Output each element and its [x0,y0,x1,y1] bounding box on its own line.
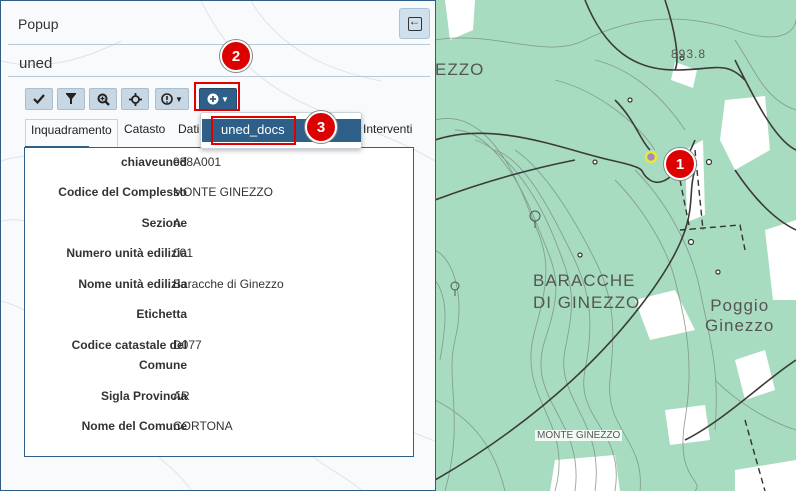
info-dropdown-button[interactable]: ▼ [155,88,189,110]
pan-to-button[interactable] [121,88,149,110]
attribute-value: CORTONA [173,419,233,433]
map-view[interactable]: EZZO 893.8 BARACCHE DI GINEZZO Poggio Gi… [435,0,796,491]
layer-name: uned [19,55,53,72]
divider [8,76,430,77]
check-button[interactable] [25,88,53,110]
tab-catasto[interactable]: Catasto [119,119,170,147]
map-label-poggio-line2: Ginezzo [705,316,775,335]
attribute-value: AR [173,389,190,403]
attribute-value: 038A001 [173,155,222,169]
caret-down-icon: ▼ [175,94,183,104]
map-label-poggio: Poggio Ginezzo [705,296,774,336]
attribute-value: D077 [173,338,202,352]
attribute-value: 001 [173,246,194,260]
attribute-label: Codice catastale del Comune [71,338,187,372]
map-label-baracche-line2: DI GINEZZO [533,293,641,312]
attributes-table: chiaveuned 038A001 Codice del Complesso … [24,147,414,457]
step-badge-2: 2 [220,40,252,72]
highlight-add-button [194,82,240,111]
collapse-panel-button[interactable] [399,8,430,39]
check-icon [33,94,45,105]
tab-interventi[interactable]: Interventi [358,119,417,147]
filter-icon [66,93,76,104]
attribute-label: Sigla Provincia [100,389,187,403]
attribute-value: MONTE GINEZZO [173,185,273,199]
map-label-poggio-line1: Poggio [710,296,770,315]
map-label-baracche-line1: BARACCHE [533,271,636,290]
highlight-uned-docs [211,116,296,145]
filter-button[interactable] [57,88,85,110]
tab-inquadramento[interactable]: Inquadramento [25,119,118,147]
attribute-label: Codice del Complesso [58,185,187,199]
step-badge-1: 1 [664,148,696,180]
divider [8,44,430,45]
map-canvas[interactable] [435,0,796,491]
step-badge-3: 3 [305,111,337,143]
collapse-icon [407,14,422,31]
popup-panel: Popup uned ▼ ▼ Inquadramento Catasto Dat… [0,0,436,491]
attribute-label: Nome unità edilizia [78,277,187,291]
selected-feature-marker [644,150,658,164]
attribute-label: chiaveuned [120,155,187,169]
attribute-value: A [173,216,182,230]
attribute-value: Baracche di Ginezzo [173,277,284,291]
attribute-label: Numero unità edilizia [66,246,187,260]
zoom-icon [97,93,110,106]
attribute-label: Sezione [141,216,187,230]
panel-title: Popup [18,16,59,32]
map-label-elevation: 893.8 [671,47,707,61]
map-label-baracche: BARACCHE DI GINEZZO [533,270,640,314]
map-label-ezzo: EZZO [435,60,485,79]
zoom-to-button[interactable] [89,88,117,110]
attribute-label: Nome del Comune [81,419,187,433]
map-label-monte-ginezzo: MONTE GINEZZO [535,430,623,441]
info-icon [161,93,173,105]
attribute-label: Etichetta [136,307,187,321]
move-icon [128,92,142,106]
